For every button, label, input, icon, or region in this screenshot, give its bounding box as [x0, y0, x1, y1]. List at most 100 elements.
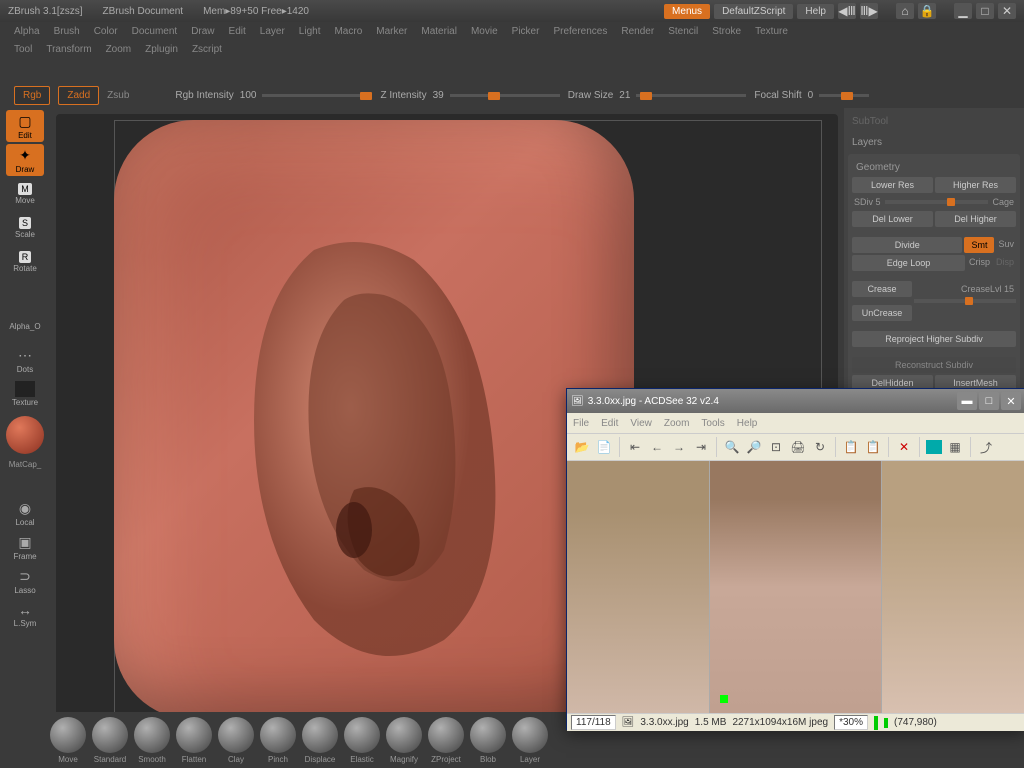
divide-button[interactable]: Divide: [852, 237, 962, 253]
help-button[interactable]: Help: [797, 4, 834, 19]
texture-tool[interactable]: Texture: [6, 378, 44, 410]
zsub-label[interactable]: Zsub: [107, 90, 129, 101]
fwd-icon[interactable]: →: [670, 438, 688, 456]
geometry-header[interactable]: Geometry: [852, 158, 1016, 177]
disp-label[interactable]: Disp: [994, 255, 1016, 271]
brush-elastic[interactable]: Elastic: [344, 717, 380, 764]
menu-brush[interactable]: Brush: [48, 24, 86, 39]
menus-button[interactable]: Menus: [664, 4, 710, 19]
menu-color[interactable]: Color: [88, 24, 124, 39]
brush-flatten[interactable]: Flatten: [176, 717, 212, 764]
zoom-fit-icon[interactable]: ⊡: [767, 438, 785, 456]
prev-icon[interactable]: ◀Ⅲ: [838, 3, 856, 19]
tool1-icon[interactable]: [926, 440, 942, 454]
rgb-intensity-slider[interactable]: Rgb Intensity 100: [175, 90, 372, 101]
acdsee-menu-help[interactable]: Help: [737, 418, 758, 429]
acdsee-close-icon[interactable]: ✕: [1001, 392, 1021, 410]
back-icon[interactable]: ←: [648, 438, 666, 456]
del-lower-button[interactable]: Del Lower: [852, 211, 933, 227]
rgb-toggle[interactable]: Rgb: [14, 86, 50, 105]
acdsee-menu-view[interactable]: View: [630, 418, 652, 429]
menu-draw[interactable]: Draw: [185, 24, 220, 39]
refresh-icon[interactable]: ↻: [811, 438, 829, 456]
acdsee-content[interactable]: [567, 461, 1024, 713]
tool2-icon[interactable]: ▦: [946, 438, 964, 456]
menu-texture[interactable]: Texture: [749, 24, 794, 39]
delete-icon[interactable]: ✕: [895, 438, 913, 456]
z-intensity-slider[interactable]: Z Intensity 39: [380, 90, 559, 101]
lock-icon[interactable]: 🔒: [918, 3, 936, 19]
frame-tool[interactable]: ▣Frame: [6, 531, 44, 563]
prev-icon[interactable]: ⇤: [626, 438, 644, 456]
menu-stroke[interactable]: Stroke: [706, 24, 747, 39]
exit-icon[interactable]: ⤴: [977, 438, 995, 456]
layers-header[interactable]: Layers: [848, 133, 1020, 152]
edge-loop-button[interactable]: Edge Loop: [852, 255, 965, 271]
matcap-sphere[interactable]: [6, 416, 44, 454]
crisp-label[interactable]: Crisp: [967, 255, 992, 271]
brush-pinch[interactable]: Pinch: [260, 717, 296, 764]
next-icon[interactable]: Ⅲ▶: [860, 3, 878, 19]
copy-icon[interactable]: 📋: [842, 438, 860, 456]
local-tool[interactable]: ◉Local: [6, 497, 44, 529]
menu-stencil[interactable]: Stencil: [662, 24, 704, 39]
zoom-out-icon[interactable]: 🔍: [723, 438, 741, 456]
lasso-tool[interactable]: ⊃Lasso: [6, 565, 44, 597]
suv-label[interactable]: Suv: [996, 237, 1016, 253]
focal-shift-slider[interactable]: Focal Shift 0: [754, 90, 869, 101]
menu-light[interactable]: Light: [293, 24, 327, 39]
draw-size-slider[interactable]: Draw Size 21: [568, 90, 747, 101]
paste-icon[interactable]: 📋: [864, 438, 882, 456]
sdiv-slider[interactable]: [885, 200, 989, 204]
menu-zoom[interactable]: Zoom: [100, 42, 138, 57]
lsym-tool[interactable]: ↔L.Sym: [6, 599, 44, 631]
menu-tool[interactable]: Tool: [8, 42, 38, 57]
zadd-toggle[interactable]: Zadd: [58, 86, 99, 105]
acdsee-menu-zoom[interactable]: Zoom: [664, 418, 690, 429]
smt-button[interactable]: Smt: [964, 237, 994, 253]
menu-render[interactable]: Render: [615, 24, 660, 39]
defaultzscript-button[interactable]: DefaultZScript: [714, 4, 793, 19]
alpha-tool[interactable]: Alpha_O: [6, 310, 44, 342]
lower-res-button[interactable]: Lower Res: [852, 177, 933, 193]
rotate-tool[interactable]: RRotate: [6, 246, 44, 278]
acdsee-maximize-icon[interactable]: □: [979, 392, 999, 410]
draw-tool[interactable]: ✦Draw: [6, 144, 44, 176]
brush-blob[interactable]: Blob: [470, 717, 506, 764]
edit-tool[interactable]: ▢Edit: [6, 110, 44, 142]
brush-displace[interactable]: Displace: [302, 717, 338, 764]
brush-clay[interactable]: Clay: [218, 717, 254, 764]
crease-slider[interactable]: [914, 299, 1016, 303]
zoom-in-icon[interactable]: 🔎: [745, 438, 763, 456]
acdsee-minimize-icon[interactable]: ▬: [957, 392, 977, 410]
acdsee-menu-edit[interactable]: Edit: [601, 418, 618, 429]
open-icon[interactable]: 📂: [573, 438, 591, 456]
dots-tool[interactable]: ⋯Dots: [6, 344, 44, 376]
del-higher-button[interactable]: Del Higher: [935, 211, 1016, 227]
browse-icon[interactable]: 📄: [595, 438, 613, 456]
menu-zscript[interactable]: Zscript: [186, 42, 228, 57]
brush-layer[interactable]: Layer: [512, 717, 548, 764]
brush-magnify[interactable]: Magnify: [386, 717, 422, 764]
reconstruct-button[interactable]: Reconstruct Subdiv: [852, 357, 1016, 373]
crease-button[interactable]: Crease: [852, 281, 912, 297]
brush-move[interactable]: Move: [50, 717, 86, 764]
menu-movie[interactable]: Movie: [465, 24, 504, 39]
acdsee-menu-file[interactable]: File: [573, 418, 589, 429]
menu-macro[interactable]: Macro: [328, 24, 368, 39]
subtool-header[interactable]: SubTool: [848, 112, 1020, 131]
move-tool[interactable]: MMove: [6, 178, 44, 210]
brush-standard[interactable]: Standard: [92, 717, 128, 764]
print-icon[interactable]: 🖨: [789, 438, 807, 456]
menu-document[interactable]: Document: [126, 24, 184, 39]
menu-transform[interactable]: Transform: [40, 42, 97, 57]
brush-smooth[interactable]: Smooth: [134, 717, 170, 764]
menu-picker[interactable]: Picker: [506, 24, 546, 39]
close-icon[interactable]: ✕: [998, 3, 1016, 19]
higher-res-button[interactable]: Higher Res: [935, 177, 1016, 193]
acdsee-menu-tools[interactable]: Tools: [701, 418, 724, 429]
last-icon[interactable]: ⇥: [692, 438, 710, 456]
menu-alpha[interactable]: Alpha: [8, 24, 46, 39]
minimize-icon[interactable]: ▁: [954, 3, 972, 19]
home-icon[interactable]: ⌂: [896, 3, 914, 19]
